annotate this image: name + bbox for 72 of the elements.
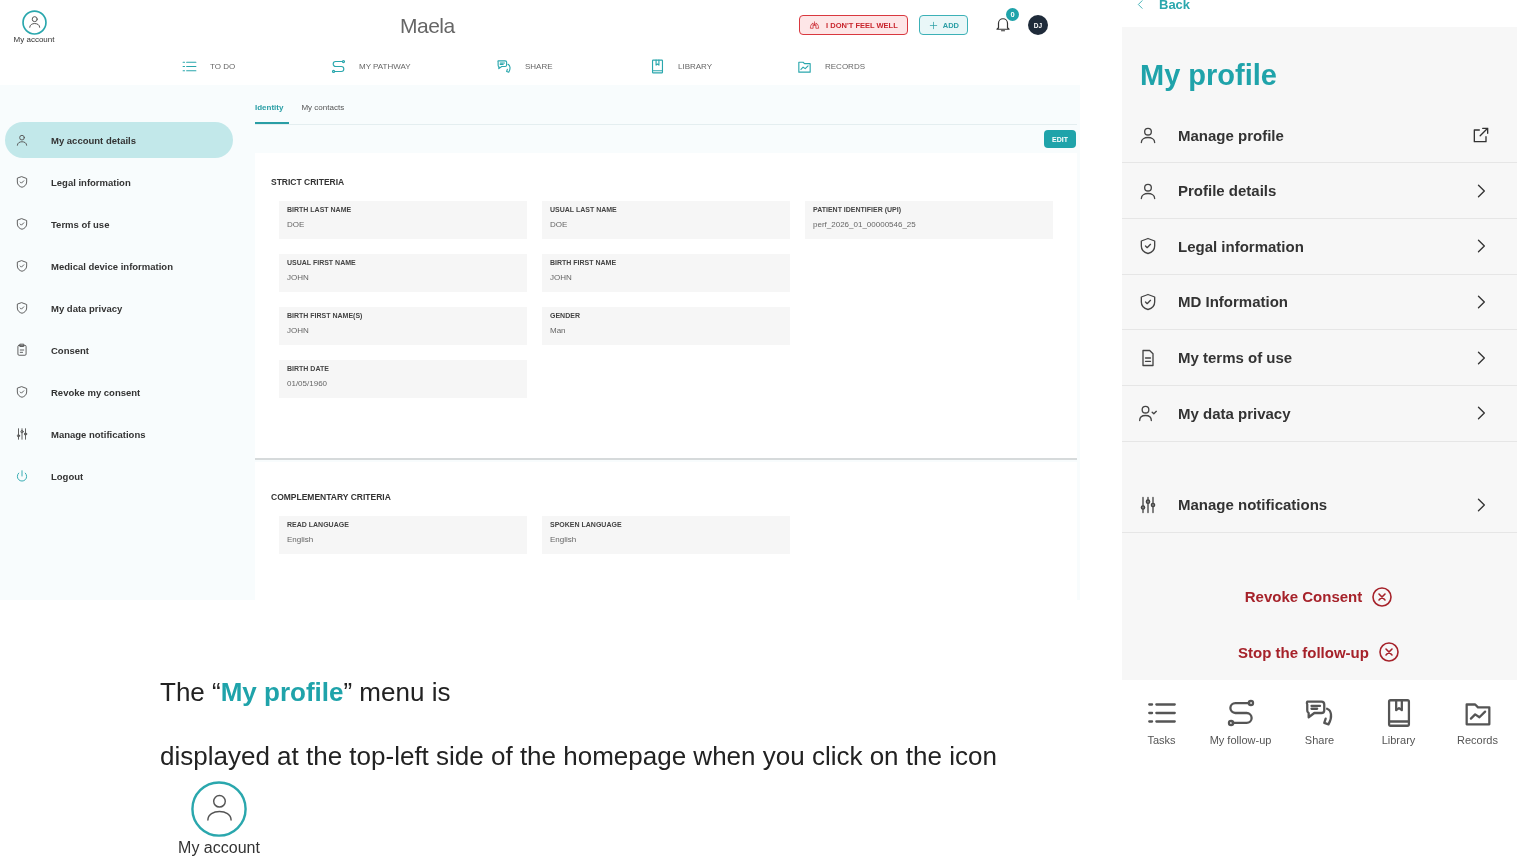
section-title: STRICT CRITERIA bbox=[271, 177, 346, 187]
menu-item[interactable]: Manage profile bbox=[1122, 107, 1517, 164]
account-icon[interactable] bbox=[21, 10, 47, 35]
field-value: DOE bbox=[550, 220, 569, 229]
field-value: DOE bbox=[287, 220, 306, 229]
shield-check-icon bbox=[15, 301, 29, 315]
menu-item[interactable]: MD Information bbox=[1122, 274, 1517, 331]
field-value: 01/05/1960 bbox=[287, 379, 329, 388]
sidebar-item[interactable]: Revoke my consent bbox=[5, 374, 233, 410]
person-icon bbox=[1138, 125, 1158, 145]
danger-link[interactable]: Stop the follow-up bbox=[1232, 639, 1407, 666]
bottom-nav-item[interactable]: Records bbox=[1438, 696, 1517, 746]
plus-icon bbox=[927, 19, 939, 31]
tab[interactable]: My contacts bbox=[301, 103, 355, 124]
field-value: perf_2026_01_00000546_25 bbox=[813, 220, 917, 229]
sidebar-item[interactable]: My account details bbox=[5, 122, 233, 158]
account-label: My account bbox=[178, 838, 260, 857]
caption-text: The “My profile” menu is bbox=[160, 677, 452, 707]
person-icon bbox=[15, 133, 29, 147]
bottom-nav-item[interactable]: Library bbox=[1359, 696, 1438, 746]
route-icon[interactable] bbox=[330, 57, 347, 75]
external-link-icon bbox=[1471, 125, 1491, 145]
sidebar-item[interactable]: Logout bbox=[5, 458, 233, 494]
book-icon[interactable] bbox=[649, 57, 666, 75]
account-icon bbox=[190, 780, 248, 838]
field-value: English bbox=[550, 535, 578, 544]
shield-check-icon bbox=[15, 175, 29, 189]
close-circle-icon bbox=[1370, 584, 1395, 609]
page-title: My profile bbox=[1139, 58, 1278, 93]
notification-bell-icon[interactable] bbox=[994, 15, 1012, 33]
sliders-icon bbox=[15, 427, 29, 441]
shield-check-icon bbox=[15, 217, 29, 231]
field-value: English bbox=[287, 535, 315, 544]
sidebar-item[interactable]: Manage notifications bbox=[5, 416, 233, 452]
nav-link[interactable]: MY PATHWAY bbox=[359, 61, 411, 71]
sidebar-item[interactable]: Terms of use bbox=[5, 206, 233, 242]
sidebar-item[interactable]: Consent bbox=[5, 332, 233, 368]
caption-text: displayed at the top-left side of the homepage when you click on the icon bbox=[160, 741, 998, 771]
account-label[interactable]: My account bbox=[13, 35, 55, 44]
field-value: JOHN bbox=[287, 326, 310, 335]
menu-item[interactable]: My data privacy bbox=[1122, 385, 1517, 442]
sliders-icon bbox=[1138, 494, 1158, 515]
nav-link[interactable]: TO DO bbox=[210, 61, 236, 71]
logo: Maela bbox=[400, 14, 455, 38]
shield-check-icon bbox=[15, 259, 29, 273]
shield-check-icon bbox=[15, 385, 29, 399]
close-circle-icon bbox=[1376, 640, 1401, 665]
menu-item[interactable]: Manage notifications bbox=[1122, 477, 1517, 533]
lungs-icon bbox=[809, 19, 821, 31]
chat-phone-icon[interactable] bbox=[496, 57, 513, 75]
section-title: COMPLEMENTARY CRITERIA bbox=[271, 492, 392, 502]
sidebar-item[interactable]: Legal information bbox=[5, 164, 233, 200]
field-value: JOHN bbox=[550, 273, 573, 282]
nav-link[interactable]: RECORDS bbox=[825, 61, 865, 71]
menu-item[interactable]: My terms of use bbox=[1122, 330, 1517, 386]
nav-link[interactable]: LIBRARY bbox=[678, 61, 713, 71]
field-value: JOHN bbox=[287, 273, 310, 282]
clipboard-icon bbox=[15, 343, 29, 357]
shield-check-icon bbox=[1138, 236, 1158, 257]
bottom-nav-item[interactable]: Tasks bbox=[1122, 696, 1201, 746]
bottom-nav-item[interactable]: My follow-up bbox=[1201, 696, 1280, 746]
danger-link[interactable]: Revoke Consent bbox=[1238, 583, 1401, 610]
sidebar-item[interactable]: Medical device information bbox=[5, 248, 233, 284]
field-value: Man bbox=[550, 326, 567, 335]
bottom-nav-item[interactable]: Share bbox=[1280, 696, 1359, 746]
menu-item[interactable]: Profile details bbox=[1122, 163, 1517, 219]
person-check-icon bbox=[1138, 403, 1158, 424]
sidebar-item[interactable]: My data privacy bbox=[5, 290, 233, 326]
nav-link[interactable]: SHARE bbox=[525, 61, 553, 71]
power-icon bbox=[15, 469, 29, 483]
shield-check-icon bbox=[1138, 291, 1158, 312]
menu-item[interactable]: Legal information bbox=[1122, 218, 1517, 275]
